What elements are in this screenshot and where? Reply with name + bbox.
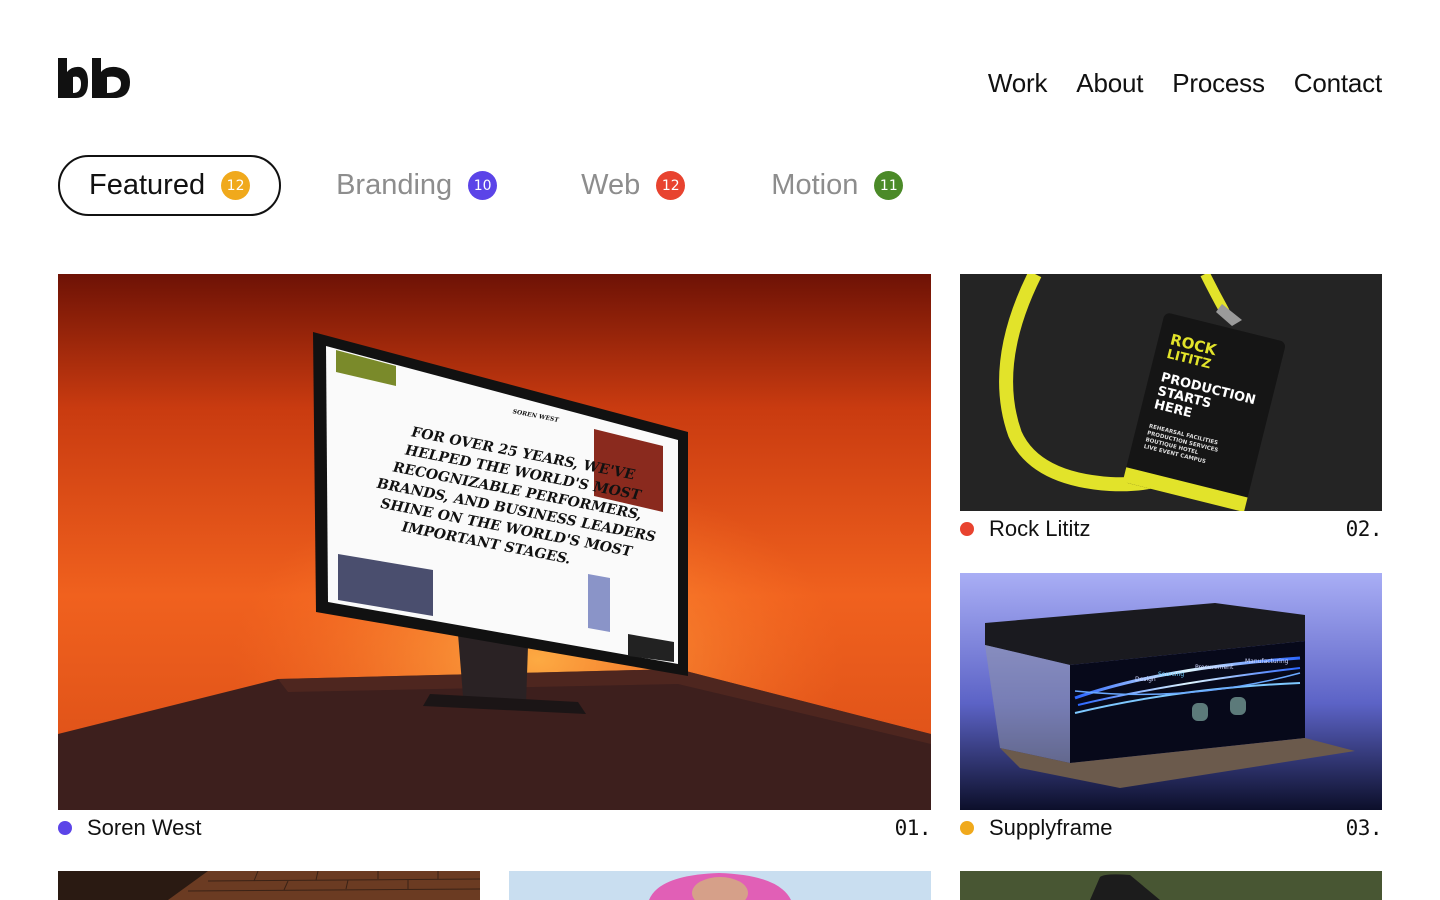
- filter-count-badge: 12: [656, 171, 686, 200]
- project-card-supplyframe[interactable]: Design Sourcing Procurement Manufacturin…: [960, 573, 1382, 810]
- nav-process[interactable]: Process: [1172, 68, 1265, 99]
- project-image-monitor: SOREN WEST FOR OVER 25 YEARS, WE'VE HELP…: [58, 274, 931, 810]
- project-caption: Soren West 01.: [58, 815, 932, 841]
- filter-count-badge: 12: [221, 171, 251, 200]
- category-dot: [960, 522, 974, 536]
- nav-contact[interactable]: Contact: [1294, 68, 1382, 99]
- project-image-device: [960, 871, 1382, 900]
- project-image-brick-wall: [58, 871, 480, 900]
- project-card-rock-lititz[interactable]: ROCK LITITZ PRODUCTION STARTS HERE REHEA…: [960, 274, 1382, 511]
- project-image-portrait: [509, 871, 931, 900]
- filter-count-badge: 10: [468, 171, 498, 200]
- project-title[interactable]: Rock Lititz: [989, 516, 1090, 542]
- project-card-4[interactable]: [58, 871, 480, 900]
- svg-text:Manufacturing: Manufacturing: [1245, 658, 1289, 665]
- project-number: 02.: [1345, 517, 1383, 541]
- project-caption: Supplyframe 03.: [960, 815, 1383, 841]
- project-card-soren-west[interactable]: SOREN WEST FOR OVER 25 YEARS, WE'VE HELP…: [58, 274, 931, 810]
- svg-text:Sourcing: Sourcing: [1158, 671, 1184, 678]
- svg-text:Design: Design: [1135, 676, 1156, 683]
- filter-label: Branding: [336, 169, 453, 201]
- project-number: 01.: [894, 816, 932, 840]
- category-filters: Featured 12 Branding 10 Web 12 Motion 11: [58, 155, 904, 216]
- svg-text:Procurement: Procurement: [1195, 664, 1234, 671]
- category-dot: [58, 821, 72, 835]
- project-card-6[interactable]: [960, 871, 1382, 900]
- category-dot: [960, 821, 974, 835]
- project-image-booth: Design Sourcing Procurement Manufacturin…: [960, 573, 1382, 810]
- project-title[interactable]: Supplyframe: [989, 815, 1113, 841]
- filter-label: Motion: [771, 169, 859, 201]
- filter-label: Web: [581, 169, 641, 201]
- filter-branding[interactable]: Branding 10: [336, 155, 498, 216]
- nav-work[interactable]: Work: [988, 68, 1048, 99]
- filter-featured[interactable]: Featured 12: [58, 155, 282, 216]
- project-title[interactable]: Soren West: [87, 815, 202, 841]
- nav-about[interactable]: About: [1076, 68, 1143, 99]
- filter-web[interactable]: Web 12: [581, 155, 686, 216]
- brand-logo[interactable]: [58, 58, 132, 98]
- project-card-5[interactable]: [509, 871, 931, 900]
- logo-mark: [58, 58, 130, 98]
- filter-motion[interactable]: Motion 11: [771, 155, 904, 216]
- project-image-lanyard-badge: ROCK LITITZ PRODUCTION STARTS HERE REHEA…: [960, 274, 1382, 511]
- project-caption: Rock Lititz 02.: [960, 516, 1383, 542]
- main-nav: Work About Process Contact: [988, 68, 1382, 99]
- project-number: 03.: [1345, 816, 1383, 840]
- filter-label: Featured: [89, 169, 206, 201]
- filter-count-badge: 11: [874, 171, 904, 200]
